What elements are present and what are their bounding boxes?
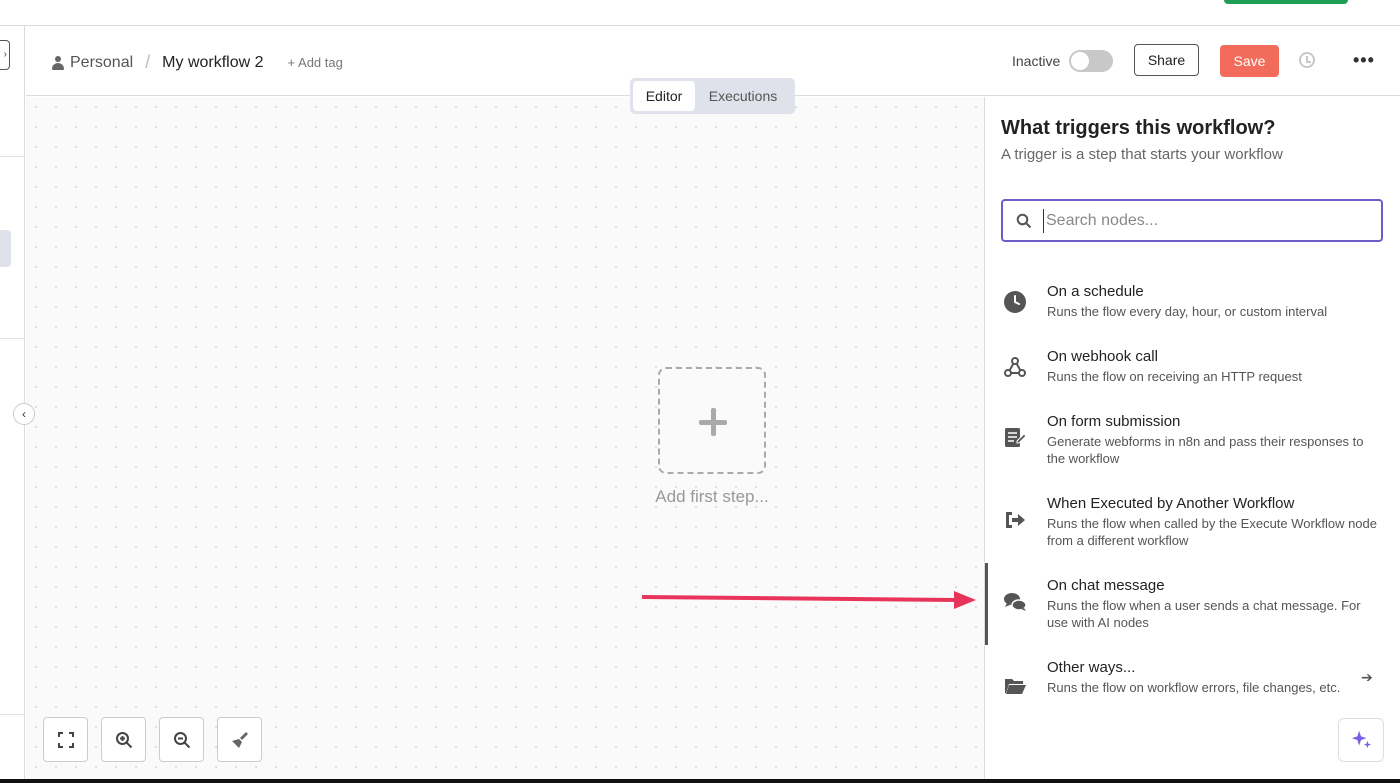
chat-icon — [1004, 593, 1027, 611]
active-toggle[interactable] — [1069, 50, 1113, 72]
sign-in-icon — [1006, 512, 1025, 528]
panel-title: What triggers this workflow? — [1001, 117, 1276, 139]
search-input[interactable] — [1043, 209, 1363, 233]
item-title: When Executed by Another Workflow — [1047, 495, 1295, 512]
trigger-item-chat[interactable]: On chat message Runs the flow when a use… — [985, 577, 1400, 647]
top-strip — [0, 0, 1400, 26]
view-tabs: Editor Executions — [630, 78, 795, 114]
form-icon — [1005, 428, 1027, 447]
user-icon — [52, 55, 64, 70]
item-title: On a schedule — [1047, 283, 1144, 300]
item-description: Runs the flow when called by the Execute… — [1047, 516, 1377, 548]
tidy-up-button[interactable] — [217, 717, 262, 762]
trigger-item-other[interactable]: Other ways... Runs the flow on workflow … — [985, 659, 1400, 719]
status-label: Inactive — [1012, 53, 1061, 69]
item-title: Other ways... — [1047, 659, 1136, 676]
trigger-item-schedule[interactable]: On a schedule Runs the flow every day, h… — [985, 283, 1400, 333]
trigger-item-execute-workflow[interactable]: When Executed by Another Workflow Runs t… — [985, 495, 1400, 565]
sidebar-collapse-button[interactable]: ‹ — [13, 403, 35, 425]
app-window: › ‹ Personal / My workflow 2 + Add tag I… — [0, 0, 1400, 783]
breadcrumb-separator: / — [145, 52, 151, 72]
item-description: Runs the flow on receiving an HTTP reque… — [1047, 369, 1302, 384]
breadcrumb: Personal / My workflow 2 + Add tag — [52, 52, 343, 73]
sidebar-divider — [0, 156, 25, 157]
add-first-step-button[interactable] — [658, 367, 766, 474]
more-options-icon[interactable]: ••• — [1353, 50, 1375, 71]
window-bottom-edge — [0, 779, 1400, 783]
sidebar-divider — [0, 338, 25, 339]
item-description: Runs the flow when a user sends a chat m… — [1047, 598, 1361, 630]
trigger-item-form[interactable]: On form submission Generate webforms in … — [985, 413, 1400, 483]
broom-icon — [231, 731, 248, 748]
add-first-step-label: Add first step... — [655, 487, 769, 506]
fit-view-icon — [57, 731, 74, 748]
annotation-arrow — [642, 591, 976, 609]
item-description: Runs the flow on workflow errors, file c… — [1047, 680, 1341, 695]
item-title: On form submission — [1047, 413, 1181, 430]
breadcrumb-personal[interactable]: Personal — [70, 54, 133, 72]
tab-editor[interactable]: Editor — [633, 81, 695, 111]
zoom-out-icon — [173, 731, 190, 748]
sidebar-active-item[interactable] — [0, 230, 11, 267]
workflow-name[interactable]: My workflow 2 — [162, 54, 263, 72]
clock-icon — [1004, 291, 1026, 313]
ai-assistant-button[interactable] — [1338, 718, 1384, 762]
share-button[interactable]: Share — [1134, 44, 1199, 76]
panel-subtitle: A trigger is a step that starts your wor… — [1001, 146, 1283, 163]
sidebar-top-button[interactable]: › — [0, 40, 10, 70]
item-description: Runs the flow every day, hour, or custom… — [1047, 304, 1328, 319]
sparkle-icon — [1351, 730, 1372, 749]
search-icon — [1016, 213, 1032, 229]
folder-open-icon — [1005, 679, 1026, 694]
sidebar-divider — [0, 714, 25, 715]
tab-executions[interactable]: Executions — [697, 81, 789, 111]
webhook-icon — [1004, 357, 1026, 377]
workflow-canvas[interactable]: Add first step... — [26, 97, 984, 783]
search-box — [1001, 199, 1383, 242]
trigger-item-webhook[interactable]: On webhook call Runs the flow on receivi… — [985, 348, 1400, 398]
history-icon[interactable] — [1299, 52, 1315, 68]
fit-view-button[interactable] — [43, 717, 88, 762]
zoom-out-button[interactable] — [159, 717, 204, 762]
arrow-right-icon: ➔ — [1361, 669, 1373, 685]
save-button[interactable]: Save — [1220, 45, 1279, 77]
item-title: On webhook call — [1047, 348, 1158, 365]
add-tag-link[interactable]: + Add tag — [288, 55, 343, 70]
trigger-panel: What triggers this workflow? A trigger i… — [984, 97, 1400, 783]
zoom-in-icon — [115, 731, 132, 748]
zoom-in-button[interactable] — [101, 717, 146, 762]
top-green-button[interactable] — [1224, 0, 1348, 4]
item-description: Generate webforms in n8n and pass their … — [1047, 434, 1364, 466]
item-title: On chat message — [1047, 577, 1165, 594]
